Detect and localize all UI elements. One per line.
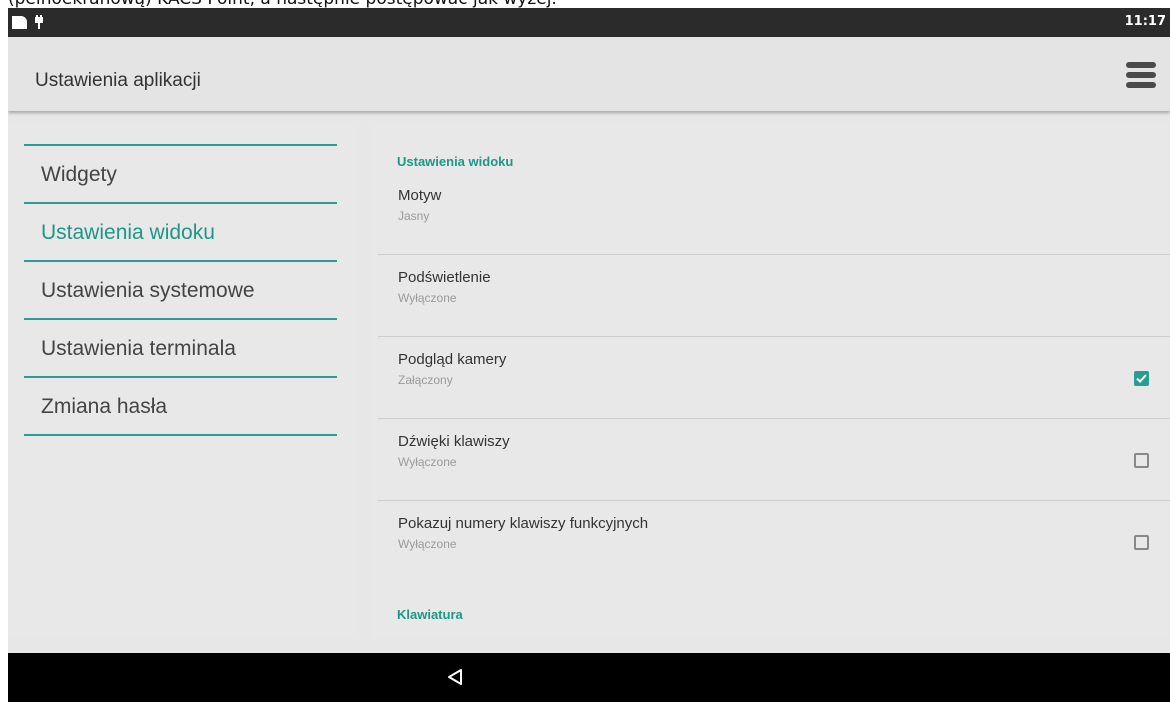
function-key-numbers-checkbox[interactable] (1134, 535, 1149, 550)
pref-summary: Załączony (398, 373, 453, 387)
pref-summary: Wyłączone (398, 291, 457, 305)
back-icon[interactable] (446, 667, 466, 687)
nav-item-ustawienia-terminala[interactable]: Ustawienia terminala (24, 320, 337, 378)
pref-theme[interactable]: Motyw Jasny (378, 173, 1170, 255)
nav-item-ustawienia-systemowe[interactable]: Ustawienia systemowe (24, 262, 337, 320)
camera-preview-checkbox[interactable] (1134, 371, 1149, 386)
nav-item-widgety[interactable]: Widgety (24, 146, 337, 204)
pref-summary: Wyłączone (398, 537, 457, 551)
section-header-view-settings: Ustawienia widoku (397, 154, 514, 169)
pref-camera-preview[interactable]: Podgląd kamery Załączony (378, 337, 1170, 419)
check-icon (1136, 374, 1147, 383)
app-title: Ustawienia aplikacji (35, 70, 201, 91)
nav-item-ustawienia-widoku[interactable]: Ustawienia widoku (24, 204, 337, 262)
section-header-keyboard: Klawiatura (397, 607, 463, 622)
status-bar: 11:17 (8, 8, 1170, 37)
pref-summary: Wyłączone (398, 455, 457, 469)
pref-title: Podświetlenie (398, 269, 491, 286)
pref-summary: Jasny (398, 209, 430, 223)
settings-detail-panel: Ustawienia widoku Motyw Jasny Podświetle… (371, 124, 1170, 638)
pref-title: Podgląd kamery (398, 351, 507, 368)
tablet-screen: 11:17 Ustawienia aplikacji Widgety Ustaw… (8, 8, 1170, 702)
status-time: 11:17 (1124, 14, 1166, 29)
pref-title: Dźwięki klawiszy (398, 433, 510, 450)
nav-item-zmiana-hasla[interactable]: Zmiana hasła (24, 378, 337, 436)
pref-backlight[interactable]: Podświetlenie Wyłączone (378, 255, 1170, 337)
system-navigation-bar (8, 653, 1170, 702)
plug-icon (35, 15, 43, 29)
pref-title: Pokazuj numery klawiszy funkcyjnych (398, 515, 649, 532)
key-sounds-checkbox[interactable] (1134, 453, 1149, 468)
settings-nav-panel: Widgety Ustawienia widoku Ustawienia sys… (8, 124, 354, 638)
notification-icon (12, 16, 27, 29)
document-caption: (pełnoekranową) KACS Point, a następnie … (8, 0, 1158, 8)
pref-key-sounds[interactable]: Dźwięki klawiszy Wyłączone (378, 419, 1170, 501)
settings-nav-list: Widgety Ustawienia widoku Ustawienia sys… (24, 144, 337, 436)
pref-title: Motyw (398, 187, 442, 204)
hamburger-menu-icon[interactable] (1126, 62, 1156, 90)
app-bar: Ustawienia aplikacji (8, 37, 1170, 111)
pref-show-function-key-numbers[interactable]: Pokazuj numery klawiszy funkcyjnych Wyłą… (378, 501, 1170, 583)
